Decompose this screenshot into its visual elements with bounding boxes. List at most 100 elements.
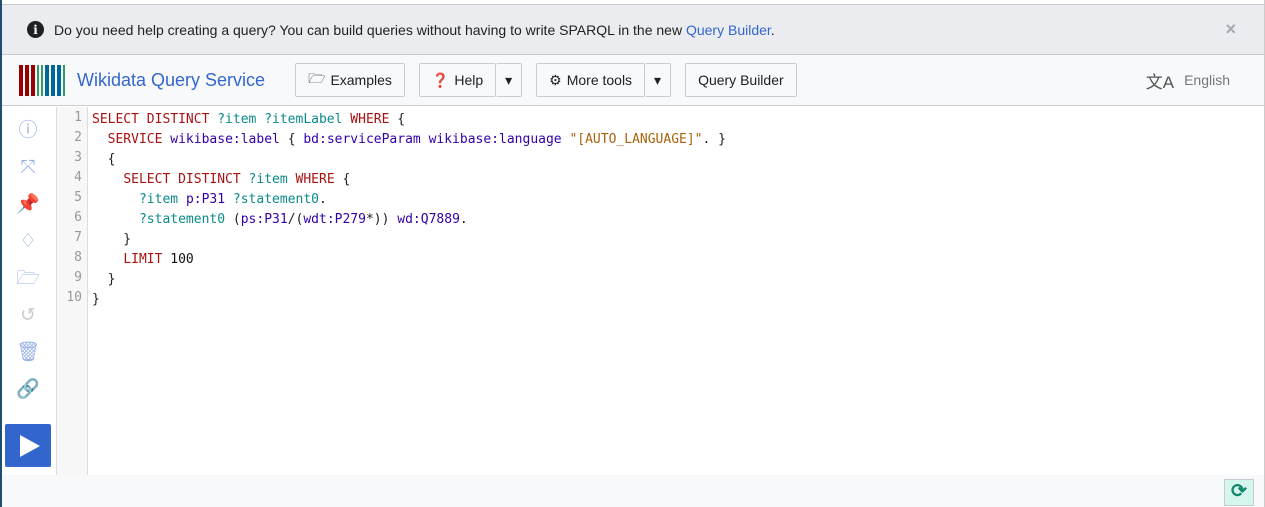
code-line: } (92, 270, 726, 290)
more-tools-button[interactable]: ⚙ More tools (536, 63, 646, 97)
code-token: WHERE (350, 112, 398, 127)
code-line: } (92, 290, 726, 310)
code-token: ?statement0 (138, 212, 233, 227)
code-token: } (92, 232, 132, 247)
sparql-editor[interactable]: SELECT DISTINCT ?item ?itemLabel WHERE {… (92, 110, 726, 310)
expand-icon[interactable]: ⤧ (16, 156, 40, 180)
help-label: Help (454, 72, 484, 88)
close-banner-button[interactable]: × (1225, 19, 1236, 40)
code-token: /( (287, 212, 304, 227)
code-token: 100 (170, 252, 194, 267)
more-tools-dropdown-toggle[interactable]: ▾ (645, 63, 672, 97)
code-token: ?item ?itemLabel (217, 112, 351, 127)
code-line: SERVICE wikibase:label { bd:serviceParam… (92, 130, 726, 150)
code-line: ?item p:P31 ?statement0. (92, 190, 726, 210)
refresh-button[interactable]: ⟳ (1224, 479, 1254, 506)
link-icon[interactable]: 🔗 (16, 378, 40, 402)
logo-stripe (19, 64, 23, 96)
code-token: SERVICE (107, 132, 171, 147)
code-token: { (92, 152, 116, 167)
code-token: ( (232, 212, 241, 227)
query-builder-button[interactable]: Query Builder (685, 63, 797, 97)
logo-stripe (31, 64, 35, 96)
logo-stripe (41, 64, 43, 96)
editor-toolbar: ⓘ ⤧ 📌 ♢ 🗁 ↺ 🗑 🔗 (2, 107, 57, 475)
code-token: . (319, 192, 327, 207)
caret-down-icon: ▾ (654, 71, 662, 88)
examples-button[interactable]: 🗁 Examples (295, 63, 405, 97)
code-token: } (92, 292, 100, 307)
code-token: { (397, 112, 406, 127)
help-button[interactable]: ❓ Help (418, 63, 497, 97)
code-token: wdt:P279 (303, 212, 366, 227)
more-tools-label: More tools (566, 72, 633, 88)
code-token: ?item (248, 172, 296, 187)
code-token: { (287, 132, 304, 147)
code-line: SELECT DISTINCT ?item ?itemLabel WHERE { (92, 110, 726, 130)
banner-message: Do you need help creating a query? You c… (54, 21, 686, 38)
line-number: 5 (74, 190, 82, 205)
language-selector[interactable]: 文A English (1146, 68, 1230, 93)
header: Wikidata Query Service 🗁 Examples ❓ Help ▾… (2, 55, 1264, 106)
code-token: SELECT DISTINCT (123, 172, 249, 187)
code-token: LIMIT (123, 252, 171, 267)
code-line: SELECT DISTINCT ?item WHERE { (92, 170, 726, 190)
line-number: 4 (74, 170, 82, 185)
line-number: 7 (74, 230, 82, 245)
logo-stripe (63, 64, 65, 96)
line-number: 9 (74, 270, 82, 285)
code-line: { (92, 150, 726, 170)
question-circle-icon: ❓ (431, 71, 450, 88)
line-number: 6 (74, 210, 82, 225)
folder-open-icon: 🗁 (308, 70, 326, 86)
language-label: English (1184, 72, 1230, 88)
code-token: SELECT DISTINCT (92, 112, 218, 127)
info-icon[interactable]: ⓘ (16, 119, 40, 143)
line-number-gutter: 1 2 3 4 5 6 7 8 9 10 (57, 107, 88, 475)
code-line: ?statement0 (ps:P31/(wdt:P279*)) wd:Q788… (92, 210, 726, 230)
play-icon (20, 434, 40, 457)
refresh-icon: ⟳ (1231, 481, 1247, 502)
code-token: ps:P31 (240, 212, 288, 227)
translate-icon: 文A (1145, 72, 1175, 92)
line-number: 1 (74, 110, 82, 125)
code-token: ?item (138, 192, 186, 207)
line-number: 3 (74, 150, 82, 165)
folder-open-icon[interactable]: 🗁 (16, 267, 40, 291)
line-number: 8 (74, 250, 82, 265)
wikidata-logo[interactable] (19, 64, 67, 96)
help-dropdown-toggle[interactable]: ▾ (496, 63, 523, 97)
code-token: p:P31 (185, 192, 233, 207)
code-token: bd:serviceParam wikibase:language (303, 132, 570, 147)
query-builder-banner: i Do you need help creating a query? You… (2, 4, 1264, 55)
banner-text: Do you need help creating a query? You c… (54, 22, 775, 38)
footer: ⟳ (2, 475, 1264, 507)
code-token: { (342, 172, 351, 187)
code-token: WHERE (295, 172, 343, 187)
app-title[interactable]: Wikidata Query Service (77, 70, 265, 91)
query-builder-link[interactable]: Query Builder (686, 22, 771, 38)
run-query-button[interactable] (5, 424, 51, 467)
code-line: } (92, 230, 726, 250)
gem-icon[interactable]: ♢ (16, 230, 40, 254)
code-token: } (92, 272, 116, 287)
logo-stripe (57, 64, 61, 96)
trash-icon[interactable]: 🗑 (16, 341, 40, 365)
code-token: "[AUTO_LANGUAGE]" (569, 132, 703, 147)
pin-icon[interactable]: 📌 (16, 193, 40, 217)
code-token: wikibase:label (170, 132, 288, 147)
logo-stripe (45, 64, 49, 96)
banner-suffix: . (770, 21, 775, 38)
logo-stripe (25, 64, 29, 96)
code-token: ?statement0 (232, 192, 319, 207)
code-line: LIMIT 100 (92, 250, 726, 270)
code-token: . (459, 212, 468, 227)
code-token: . } (702, 132, 726, 147)
line-number: 10 (66, 290, 82, 305)
caret-down-icon: ▾ (505, 71, 513, 88)
